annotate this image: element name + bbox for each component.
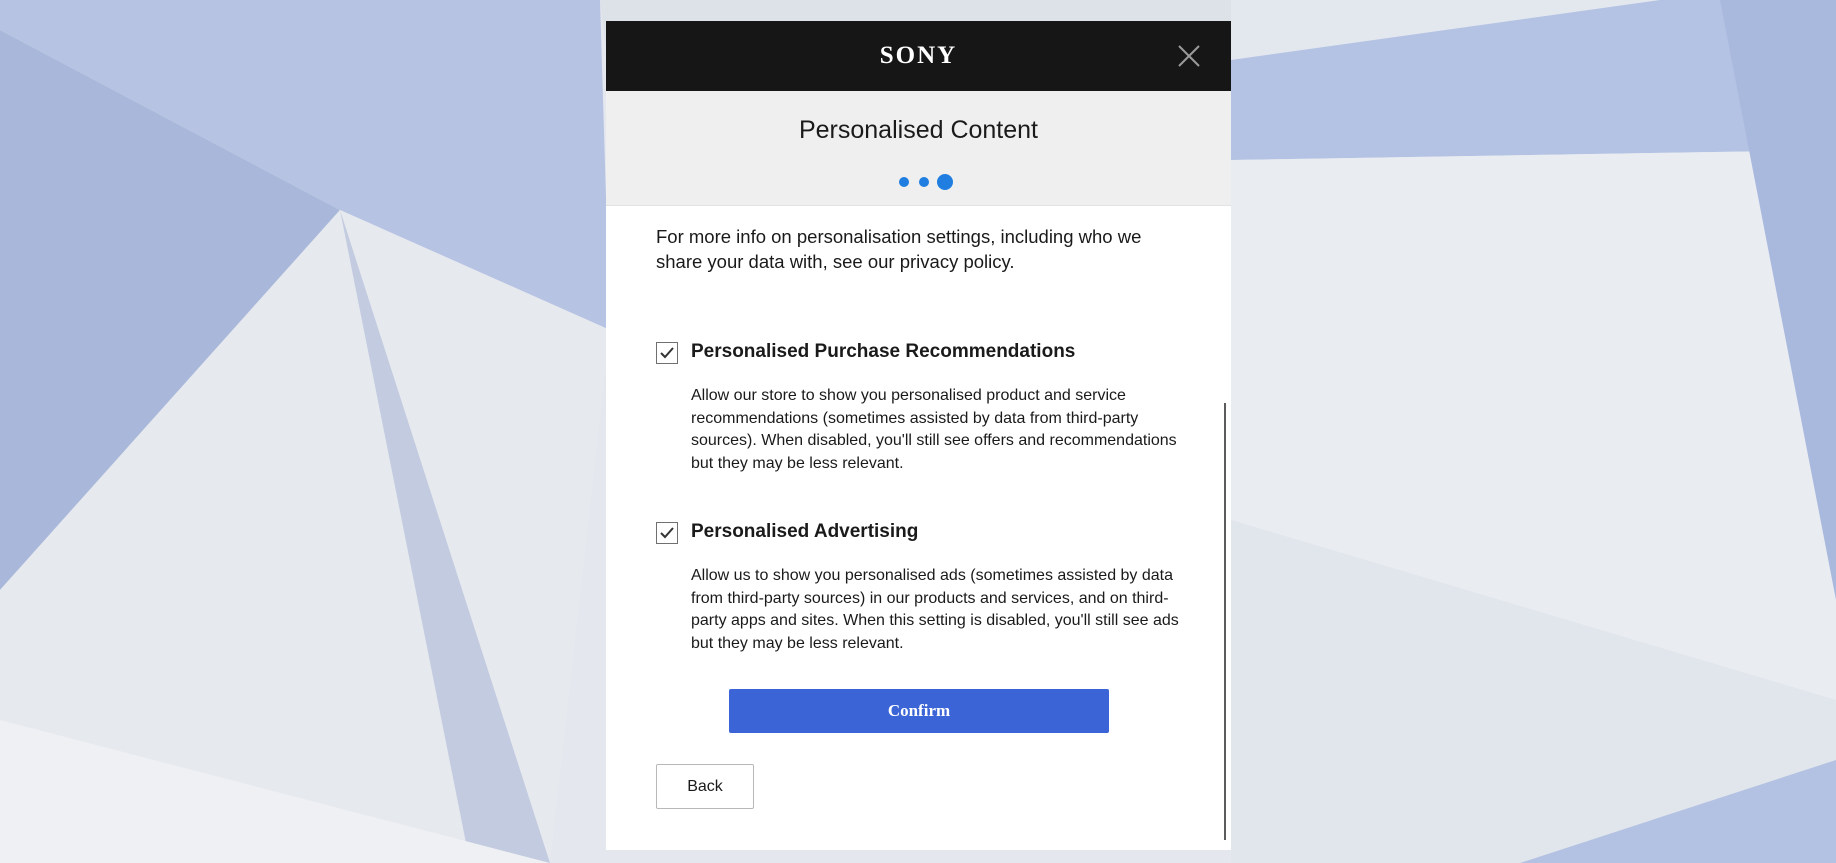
personalised-advertising-checkbox[interactable] <box>656 522 678 544</box>
personalised-content-dialog: SONY Personalised Content For more info … <box>606 21 1231 850</box>
checkmark-icon <box>660 347 674 359</box>
intro-text: For more info on personalisation setting… <box>656 226 1142 272</box>
confirm-button[interactable]: Confirm <box>729 689 1109 733</box>
dialog-header: SONY <box>606 21 1231 91</box>
option-description: Allow us to show you personalised ads (s… <box>691 567 1179 653</box>
purchase-recommendations-checkbox[interactable] <box>656 342 678 364</box>
close-icon <box>1178 45 1200 67</box>
step-dot-1 <box>899 177 909 187</box>
step-dot-2 <box>919 177 929 187</box>
page-title: Personalised Content <box>798 116 1039 144</box>
step-progress-indicator <box>891 171 953 191</box>
option-title: Personalised Advertising <box>691 521 919 542</box>
option-description: Allow our store to show you personalised… <box>691 387 1177 473</box>
step-dot-current <box>937 174 953 190</box>
scrollbar[interactable] <box>1224 403 1226 840</box>
back-button[interactable]: Back <box>656 764 754 809</box>
close-button[interactable] <box>1176 43 1202 69</box>
sony-logo: SONY <box>879 42 958 69</box>
checkmark-icon <box>660 527 674 539</box>
dialog-content: For more info on personalisation setting… <box>606 206 1231 850</box>
option-title: Personalised Purchase Recommendations <box>691 341 1076 362</box>
title-area: Personalised Content <box>606 91 1231 206</box>
